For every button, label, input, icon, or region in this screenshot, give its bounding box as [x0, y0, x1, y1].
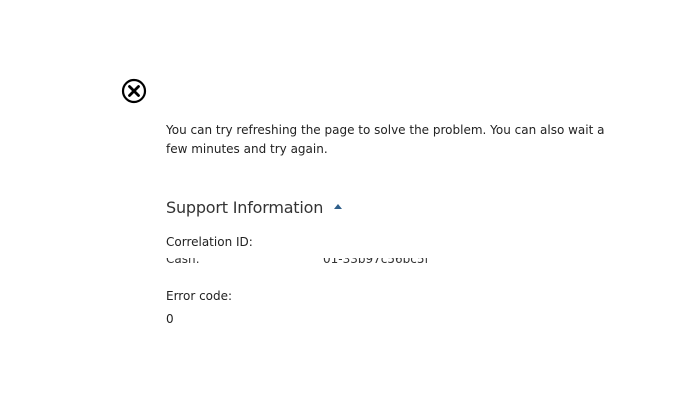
caret-up-icon — [334, 204, 343, 209]
clipped-right-text: 01-33b97c56bc5f — [323, 258, 429, 266]
support-information-toggle[interactable]: Support Information — [166, 198, 343, 217]
error-code-label: Error code: — [166, 289, 233, 303]
clipped-info-row: Cash: 01-33b97c56bc5f — [166, 258, 586, 270]
correlation-id-label: Correlation ID: — [166, 235, 253, 249]
error-code-value: 0 — [166, 312, 174, 326]
support-information-title: Support Information — [166, 198, 324, 217]
circle-x-icon — [121, 78, 147, 104]
error-message: You can try refreshing the page to solve… — [166, 123, 605, 156]
clipped-left-text: Cash: — [166, 258, 200, 266]
